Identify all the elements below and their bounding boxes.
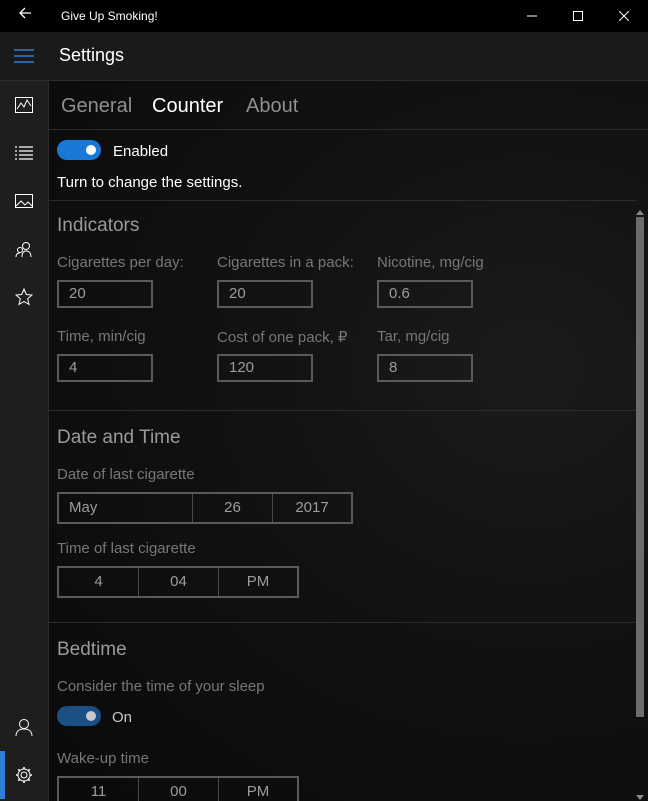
page-title: Settings xyxy=(59,45,125,65)
tab-bar: General Counter About xyxy=(49,81,648,130)
time-per-cig-label: Time, min/cig xyxy=(57,328,146,345)
enabled-label: Enabled xyxy=(113,143,169,160)
star-icon xyxy=(15,288,33,306)
user-icon xyxy=(15,719,33,736)
toggle-knob xyxy=(86,145,96,155)
wake-minute[interactable]: 00 xyxy=(139,778,219,801)
wake-period[interactable]: PM xyxy=(219,778,297,801)
image-icon xyxy=(15,194,33,208)
maximize-button[interactable] xyxy=(555,0,601,32)
divider xyxy=(49,622,637,623)
tab-about[interactable]: About xyxy=(246,95,298,118)
cigarettes-per-day-input[interactable]: 20 xyxy=(57,280,153,308)
date-year[interactable]: 2017 xyxy=(273,494,351,522)
pack-cost-input[interactable]: 120 xyxy=(217,354,313,382)
minimize-icon xyxy=(527,15,537,17)
app-bar: Settings xyxy=(0,32,648,81)
time-hour[interactable]: 4 xyxy=(59,568,139,596)
datetime-title: Date and Time xyxy=(57,427,181,448)
scroll-thumb[interactable] xyxy=(636,217,644,717)
pack-cost-label: Cost of one pack, ₽ xyxy=(217,329,348,346)
tab-general[interactable]: General xyxy=(61,95,132,118)
enabled-hint: Turn to change the settings. xyxy=(57,174,243,191)
divider xyxy=(49,200,637,201)
hamburger-icon xyxy=(14,49,34,63)
back-button[interactable] xyxy=(10,6,40,26)
tar-input[interactable]: 8 xyxy=(377,354,473,382)
nicotine-label: Nicotine, mg/cig xyxy=(377,254,484,271)
date-day[interactable]: 26 xyxy=(193,494,273,522)
enabled-toggle[interactable] xyxy=(57,140,101,160)
consider-sleep-label: Consider the time of your sleep xyxy=(57,678,265,695)
window-title: Give Up Smoking! xyxy=(61,9,158,23)
date-label: Date of last cigarette xyxy=(57,466,195,483)
nav-item-account[interactable] xyxy=(0,703,48,751)
people-icon xyxy=(15,242,32,257)
time-per-cig-input[interactable]: 4 xyxy=(57,354,153,382)
cigarettes-per-day-label: Cigarettes per day: xyxy=(57,254,184,271)
nicotine-input[interactable]: 0.6 xyxy=(377,280,473,308)
settings-icon xyxy=(16,767,32,783)
divider xyxy=(49,410,637,411)
tar-label: Tar, mg/cig xyxy=(377,328,450,345)
date-picker[interactable]: May 26 2017 xyxy=(57,492,353,524)
scroll-down-icon[interactable] xyxy=(635,789,645,800)
nav-item-list[interactable] xyxy=(0,129,48,177)
nav-item-community[interactable] xyxy=(0,225,48,273)
time-picker[interactable]: 4 04 PM xyxy=(57,566,299,598)
cigarettes-in-pack-label: Cigarettes in a pack: xyxy=(217,254,354,271)
bedtime-toggle-label: On xyxy=(112,709,133,726)
time-label: Time of last cigarette xyxy=(57,540,196,557)
date-month[interactable]: May xyxy=(59,494,193,522)
bedtime-title: Bedtime xyxy=(57,639,127,660)
sidebar xyxy=(0,81,49,801)
nav-item-statistics[interactable] xyxy=(0,81,48,129)
indicators-title: Indicators xyxy=(57,215,140,236)
minimize-button[interactable] xyxy=(509,0,555,32)
wake-time-label: Wake-up time xyxy=(57,750,149,767)
list-icon xyxy=(15,146,33,160)
back-arrow-icon xyxy=(19,7,31,19)
toggle-knob xyxy=(86,711,96,721)
scroll-up-icon[interactable] xyxy=(635,203,645,215)
cigarettes-in-pack-input[interactable]: 20 xyxy=(217,280,313,308)
maximize-icon xyxy=(573,11,583,21)
tab-counter[interactable]: Counter xyxy=(152,95,223,118)
scrollbar[interactable] xyxy=(635,201,645,801)
bedtime-toggle[interactable] xyxy=(57,706,101,726)
settings-content: General Counter About Enabled Turn to ch… xyxy=(49,81,648,801)
time-period[interactable]: PM xyxy=(219,568,297,596)
nav-item-favorites[interactable] xyxy=(0,273,48,321)
nav-item-settings[interactable] xyxy=(0,751,48,799)
title-bar: Give Up Smoking! xyxy=(0,0,648,33)
wake-time-picker[interactable]: 11 00 PM xyxy=(57,776,299,801)
wake-hour[interactable]: 11 xyxy=(59,778,139,801)
nav-item-gallery[interactable] xyxy=(0,177,48,225)
chart-icon xyxy=(15,97,33,113)
close-icon xyxy=(619,11,629,21)
active-indicator xyxy=(0,751,5,799)
close-button[interactable] xyxy=(601,0,647,32)
hamburger-button[interactable] xyxy=(0,32,48,80)
time-minute[interactable]: 04 xyxy=(139,568,219,596)
